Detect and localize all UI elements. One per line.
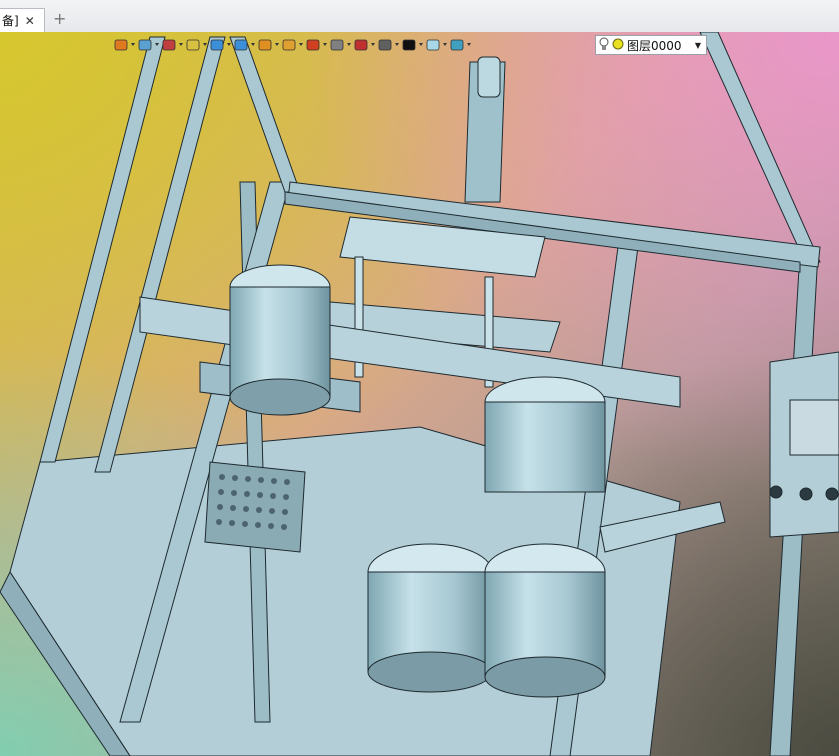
layer-name: 图层0000 (627, 38, 682, 53)
document-tab-label: 备] (2, 14, 19, 28)
display-icon[interactable] (376, 36, 399, 54)
layer-color-icon (612, 38, 624, 53)
layer-tools-icon[interactable] (448, 36, 471, 54)
layers-stack-icon[interactable] (184, 36, 207, 54)
lightbulb-icon[interactable] (599, 37, 609, 54)
section-view-icon[interactable] (280, 36, 303, 54)
cube-icon[interactable] (208, 36, 231, 54)
exit-view-icon[interactable] (112, 36, 135, 54)
document-tab-bar: 备] ✕ + (0, 0, 839, 33)
render-pie-icon[interactable] (256, 36, 279, 54)
close-icon[interactable]: ✕ (25, 15, 35, 27)
print-icon[interactable] (136, 36, 159, 54)
add-tab-icon[interactable]: + (53, 9, 66, 29)
view-orient-icon[interactable] (232, 36, 255, 54)
document-tab[interactable]: 备] ✕ (0, 8, 45, 32)
chevron-down-icon[interactable]: ▼ (695, 41, 701, 50)
target-icon[interactable] (304, 36, 327, 54)
layer-select[interactable]: 图层0000 ▼ (595, 35, 707, 55)
fill-color-icon[interactable] (424, 36, 447, 54)
line-color-icon[interactable] (400, 36, 423, 54)
bracket-icon[interactable] (352, 36, 375, 54)
machine-3d-model (0, 32, 839, 756)
frame-icon[interactable] (328, 36, 351, 54)
view-toolbar (112, 34, 471, 56)
pen-icon[interactable] (160, 36, 183, 54)
